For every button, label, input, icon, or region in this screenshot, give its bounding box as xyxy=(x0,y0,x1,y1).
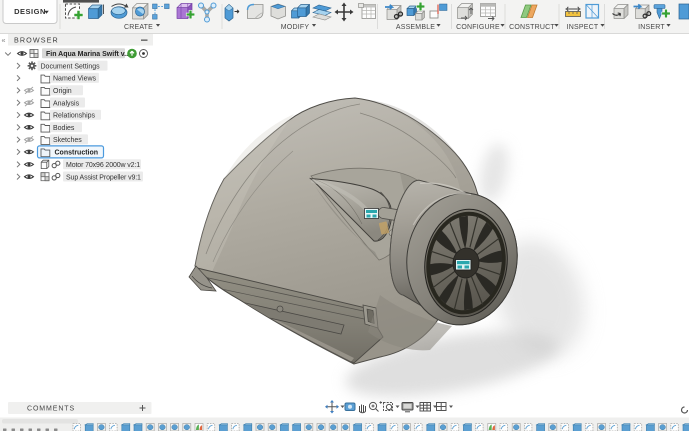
svg-text:Relationships: Relationships xyxy=(53,113,96,120)
svg-text:CONFIGURE: CONFIGURE xyxy=(456,24,500,31)
svg-text:Sketches: Sketches xyxy=(53,137,82,144)
svg-text:Motor 70x96 2000w v2:1: Motor 70x96 2000w v2:1 xyxy=(66,162,140,169)
svg-text:CONSTRUCT: CONSTRUCT xyxy=(509,24,555,31)
svg-text:COMMENTS: COMMENTS xyxy=(27,406,75,413)
svg-text:Origin: Origin xyxy=(53,88,72,95)
svg-text:ASSEMBLE: ASSEMBLE xyxy=(396,24,435,31)
svg-text:Sup Assist Propeller v9:1: Sup Assist Propeller v9:1 xyxy=(66,174,141,181)
svg-text:Bodies: Bodies xyxy=(53,125,75,132)
svg-text:«: « xyxy=(2,38,6,45)
svg-text:MODIFY: MODIFY xyxy=(281,24,310,31)
svg-text:BROWSER: BROWSER xyxy=(14,36,59,45)
svg-text:CREATE: CREATE xyxy=(124,24,153,31)
svg-text:Named Views: Named Views xyxy=(53,76,97,83)
svg-text:Construction: Construction xyxy=(55,150,99,157)
svg-text:INSERT: INSERT xyxy=(638,24,665,31)
svg-text:INSPECT: INSPECT xyxy=(567,24,599,31)
svg-text:Fin Aqua Marina Swift v...: Fin Aqua Marina Swift v... xyxy=(46,51,130,58)
svg-text:DESIGN: DESIGN xyxy=(14,7,46,16)
svg-text:Document Settings: Document Settings xyxy=(41,63,101,70)
svg-text:Analysis: Analysis xyxy=(53,100,80,107)
